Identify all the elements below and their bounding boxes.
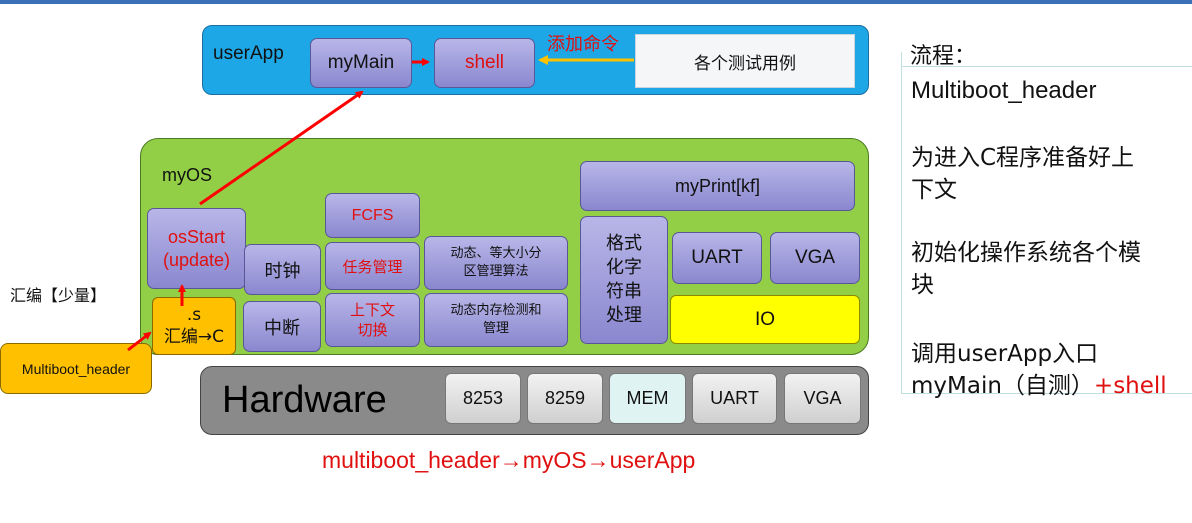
process-title: 流程： bbox=[910, 44, 977, 69]
hw-8259-box: 8259 bbox=[527, 373, 603, 424]
shell-box: shell bbox=[434, 38, 535, 88]
process-mymain-text: myMain（自测） bbox=[911, 373, 1094, 399]
fcfs-box: FCFS bbox=[325, 193, 420, 238]
io-box: IO bbox=[670, 295, 860, 344]
memory-check-box: 动态内存检测和 管理 bbox=[424, 293, 568, 347]
myprint-box: myPrint[kf] bbox=[580, 161, 855, 211]
process-step-context: 为进入C程序准备好上 下文 bbox=[911, 145, 1135, 203]
flow-caption: multiboot_header→myOS→userApp bbox=[322, 447, 696, 473]
interrupt-box: 中断 bbox=[243, 301, 321, 352]
hardware-label: Hardware bbox=[222, 379, 387, 421]
task-management-box: 任务管理 bbox=[325, 242, 420, 290]
clock-box: 时钟 bbox=[244, 244, 321, 295]
memory-algorithm-box: 动态、等大小分 区管理算法 bbox=[424, 236, 568, 290]
format-string-box: 格式 化字 符串 处理 bbox=[580, 216, 668, 344]
add-command-label: 添加命令 bbox=[547, 34, 619, 55]
hw-uart-box: UART bbox=[692, 373, 777, 424]
hw-vga-box: VGA bbox=[784, 373, 861, 424]
uart-module-box: UART bbox=[672, 232, 762, 284]
process-step-userapp: 调用userApp入口 bbox=[911, 341, 1099, 367]
hw-8253-box: 8253 bbox=[445, 373, 521, 424]
osstart-box: osStart (update) bbox=[147, 208, 246, 289]
userapp-block: userApp myMain shell 添加命令 各个测试用例 bbox=[202, 25, 869, 95]
userapp-label: userApp bbox=[213, 43, 284, 64]
process-step-init: 初始化操作系统各个模 块 bbox=[911, 240, 1141, 298]
asm-to-c-box: .s 汇编→C bbox=[152, 297, 236, 355]
myos-label: myOS bbox=[162, 165, 213, 185]
process-step-multiboot: Multiboot_header bbox=[911, 77, 1097, 104]
asm-small-label: 汇编【少量】 bbox=[10, 286, 107, 305]
process-shell-text: +shell bbox=[1093, 373, 1167, 399]
test-cases-box: 各个测试用例 bbox=[635, 34, 855, 88]
mymain-box: myMain bbox=[310, 38, 412, 88]
context-switch-box: 上下文 切换 bbox=[325, 293, 420, 347]
hw-mem-box: MEM bbox=[609, 373, 686, 424]
vga-module-box: VGA bbox=[770, 232, 860, 284]
multiboot-header-box: Multiboot_header bbox=[0, 343, 152, 394]
top-rule bbox=[0, 0, 1192, 4]
process-step-mymain: myMain（自测）+shell bbox=[911, 366, 1167, 400]
